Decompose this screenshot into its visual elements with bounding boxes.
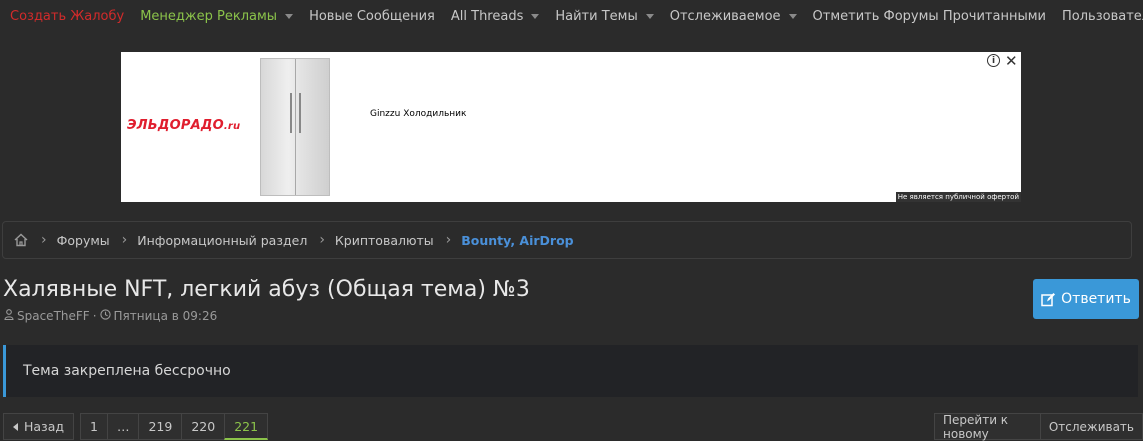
breadcrumb-info-section[interactable]: Информационный раздел: [137, 233, 307, 248]
caret-down-icon: [788, 13, 797, 19]
chevron-right-icon: ›: [319, 232, 325, 248]
watch-button[interactable]: Отслеживать: [1040, 413, 1143, 440]
nav-find-threads[interactable]: Найти Темы: [555, 8, 654, 24]
ad-banner[interactable]: ЭЛЬДОРАДО.ru Ginzzu Холодильник i ✕ Не я…: [121, 52, 1021, 202]
nav-label: Отметить Форумы Прочитанными: [812, 8, 1046, 24]
reply-label: Ответить: [1061, 291, 1131, 307]
nav-label: Новые Сообщения: [309, 8, 435, 24]
ad-logo: ЭЛЬДОРАДО.ru: [127, 118, 240, 133]
ad-title: Ginzzu Холодильник: [370, 109, 467, 119]
caret-left-icon: [13, 422, 18, 431]
nav-create-complaint[interactable]: Создать Жалобу: [10, 9, 124, 24]
nav-all-threads[interactable]: All Threads: [450, 8, 540, 24]
thread-actions: Перейти к новому Отслеживать: [934, 413, 1143, 441]
top-nav: Создать Жалобу Менеджер Рекламы Новые Со…: [0, 0, 1143, 32]
chevron-right-icon: ›: [41, 232, 47, 248]
nav-ad-manager[interactable]: Менеджер Рекламы: [140, 8, 294, 24]
thread-meta: SpaceTheFF · Пятница в 09:26: [4, 309, 217, 323]
thread-author[interactable]: SpaceTheFF: [17, 309, 90, 323]
prev-page-button[interactable]: Назад: [3, 413, 75, 440]
chevron-right-icon: ›: [445, 232, 452, 248]
nav-mark-forums-read[interactable]: Отметить Форумы Прочитанными: [813, 9, 1046, 24]
caret-down-icon: [645, 13, 654, 19]
clock-icon: [99, 309, 111, 323]
ad-disclaimer: Не является публичной офертой: [895, 192, 1021, 202]
nav-label: Пользователи: [1062, 8, 1143, 24]
fridge-image: [260, 58, 330, 196]
caret-down-icon: [531, 13, 540, 19]
page-link[interactable]: 1: [80, 413, 107, 440]
breadcrumb-forums[interactable]: Форумы: [57, 233, 110, 248]
prev-label: Назад: [24, 419, 65, 434]
breadcrumb-bounty-airdrop[interactable]: Bounty, AirDrop: [461, 233, 573, 248]
nav-watched[interactable]: Отслеживаемое: [670, 9, 797, 24]
user-icon: [4, 309, 14, 323]
home-icon[interactable]: [13, 232, 29, 248]
nav-label: Отслеживаемое: [669, 8, 781, 24]
notice-text: Тема закреплена бессрочно: [23, 363, 231, 379]
page-link[interactable]: 220: [181, 413, 225, 440]
page-link-current[interactable]: 221: [224, 413, 269, 440]
nav-label: Менеджер Рекламы: [140, 8, 278, 24]
page-link[interactable]: 219: [138, 413, 182, 440]
reply-button[interactable]: Ответить: [1033, 279, 1139, 319]
nav-label: Создать Жалобу: [10, 8, 125, 24]
breadcrumb-crypto[interactable]: Криптовалюты: [335, 233, 434, 248]
nav-new-messages[interactable]: Новые Сообщения: [309, 9, 435, 24]
edit-icon: [1041, 292, 1056, 306]
close-icon[interactable]: ✕: [1005, 52, 1018, 70]
pinned-notice: Тема закреплена бессрочно: [3, 345, 1138, 397]
nav-users[interactable]: Пользователи: [1062, 9, 1143, 24]
chevron-right-icon: ›: [121, 232, 128, 248]
thread-date[interactable]: Пятница в 09:26: [114, 309, 218, 323]
ad-logo-main: ЭЛЬДОРАДО: [127, 118, 224, 133]
caret-down-icon: [285, 13, 294, 19]
goto-new-button[interactable]: Перейти к новому: [934, 413, 1041, 441]
info-icon[interactable]: i: [987, 54, 1000, 67]
nav-label: All Threads: [450, 8, 524, 24]
pagination: Назад 1 … 219 220 221: [3, 413, 271, 440]
page-title: Халявные NFT, легкий абуз (Общая тема) №…: [3, 277, 530, 302]
nav-label: Найти Темы: [555, 8, 638, 24]
page-ellipsis[interactable]: …: [106, 413, 139, 440]
meta-separator: ·: [92, 309, 97, 323]
ad-logo-suffix: .ru: [223, 121, 241, 132]
breadcrumb: › Форумы › Информационный раздел › Крипт…: [2, 221, 1132, 259]
